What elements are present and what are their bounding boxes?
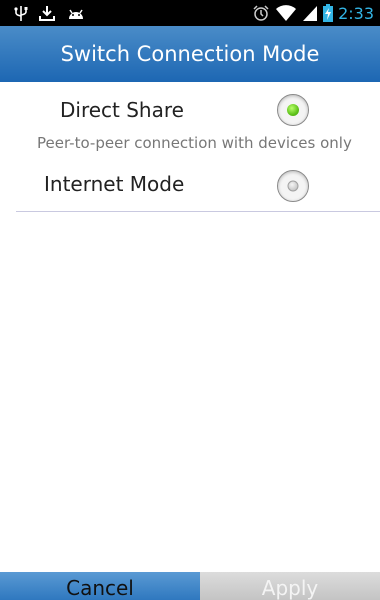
wifi-icon — [275, 4, 297, 22]
alarm-icon — [252, 4, 270, 22]
option-label: Internet Mode — [44, 172, 185, 196]
bottom-button-bar: Cancel Apply — [0, 572, 380, 600]
radio-button-internet-mode[interactable] — [277, 170, 309, 202]
download-icon — [38, 4, 56, 22]
page-title: Switch Connection Mode — [60, 42, 320, 66]
option-label: Direct Share — [60, 98, 184, 122]
option-description: Peer-to-peer connection with devices onl… — [37, 134, 352, 152]
radio-checked-dot — [287, 104, 299, 116]
radio-unchecked-dot — [287, 180, 299, 192]
option-internet-mode[interactable]: Internet Mode — [0, 160, 380, 212]
title-bar: Switch Connection Mode — [0, 26, 380, 82]
signal-icon — [302, 4, 318, 22]
radio-button-direct-share[interactable] — [277, 94, 309, 126]
status-time: 2:33 — [338, 3, 374, 23]
status-bar: 2:33 — [0, 0, 380, 26]
android-icon — [66, 5, 86, 21]
battery-charging-icon — [323, 4, 334, 22]
option-direct-share[interactable]: Direct Share Peer-to-peer connection wit… — [0, 84, 380, 156]
usb-icon — [14, 4, 28, 22]
apply-button[interactable]: Apply — [200, 572, 380, 600]
divider — [16, 211, 380, 212]
cancel-button[interactable]: Cancel — [0, 572, 200, 600]
